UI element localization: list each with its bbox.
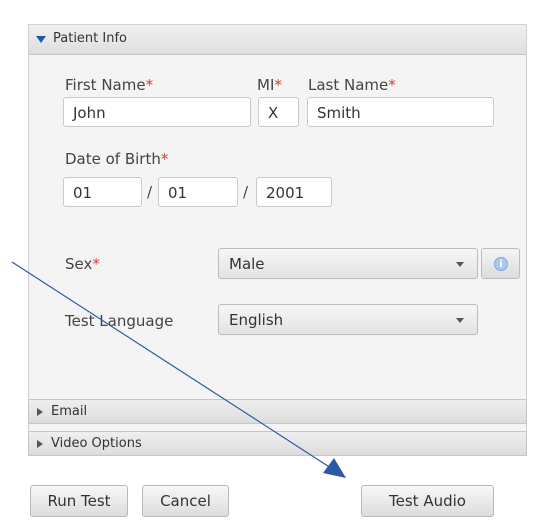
annotation-arrow (11, 261, 346, 478)
annotation-arrow-head (323, 458, 346, 478)
annotation-arrow-line (11, 261, 335, 471)
